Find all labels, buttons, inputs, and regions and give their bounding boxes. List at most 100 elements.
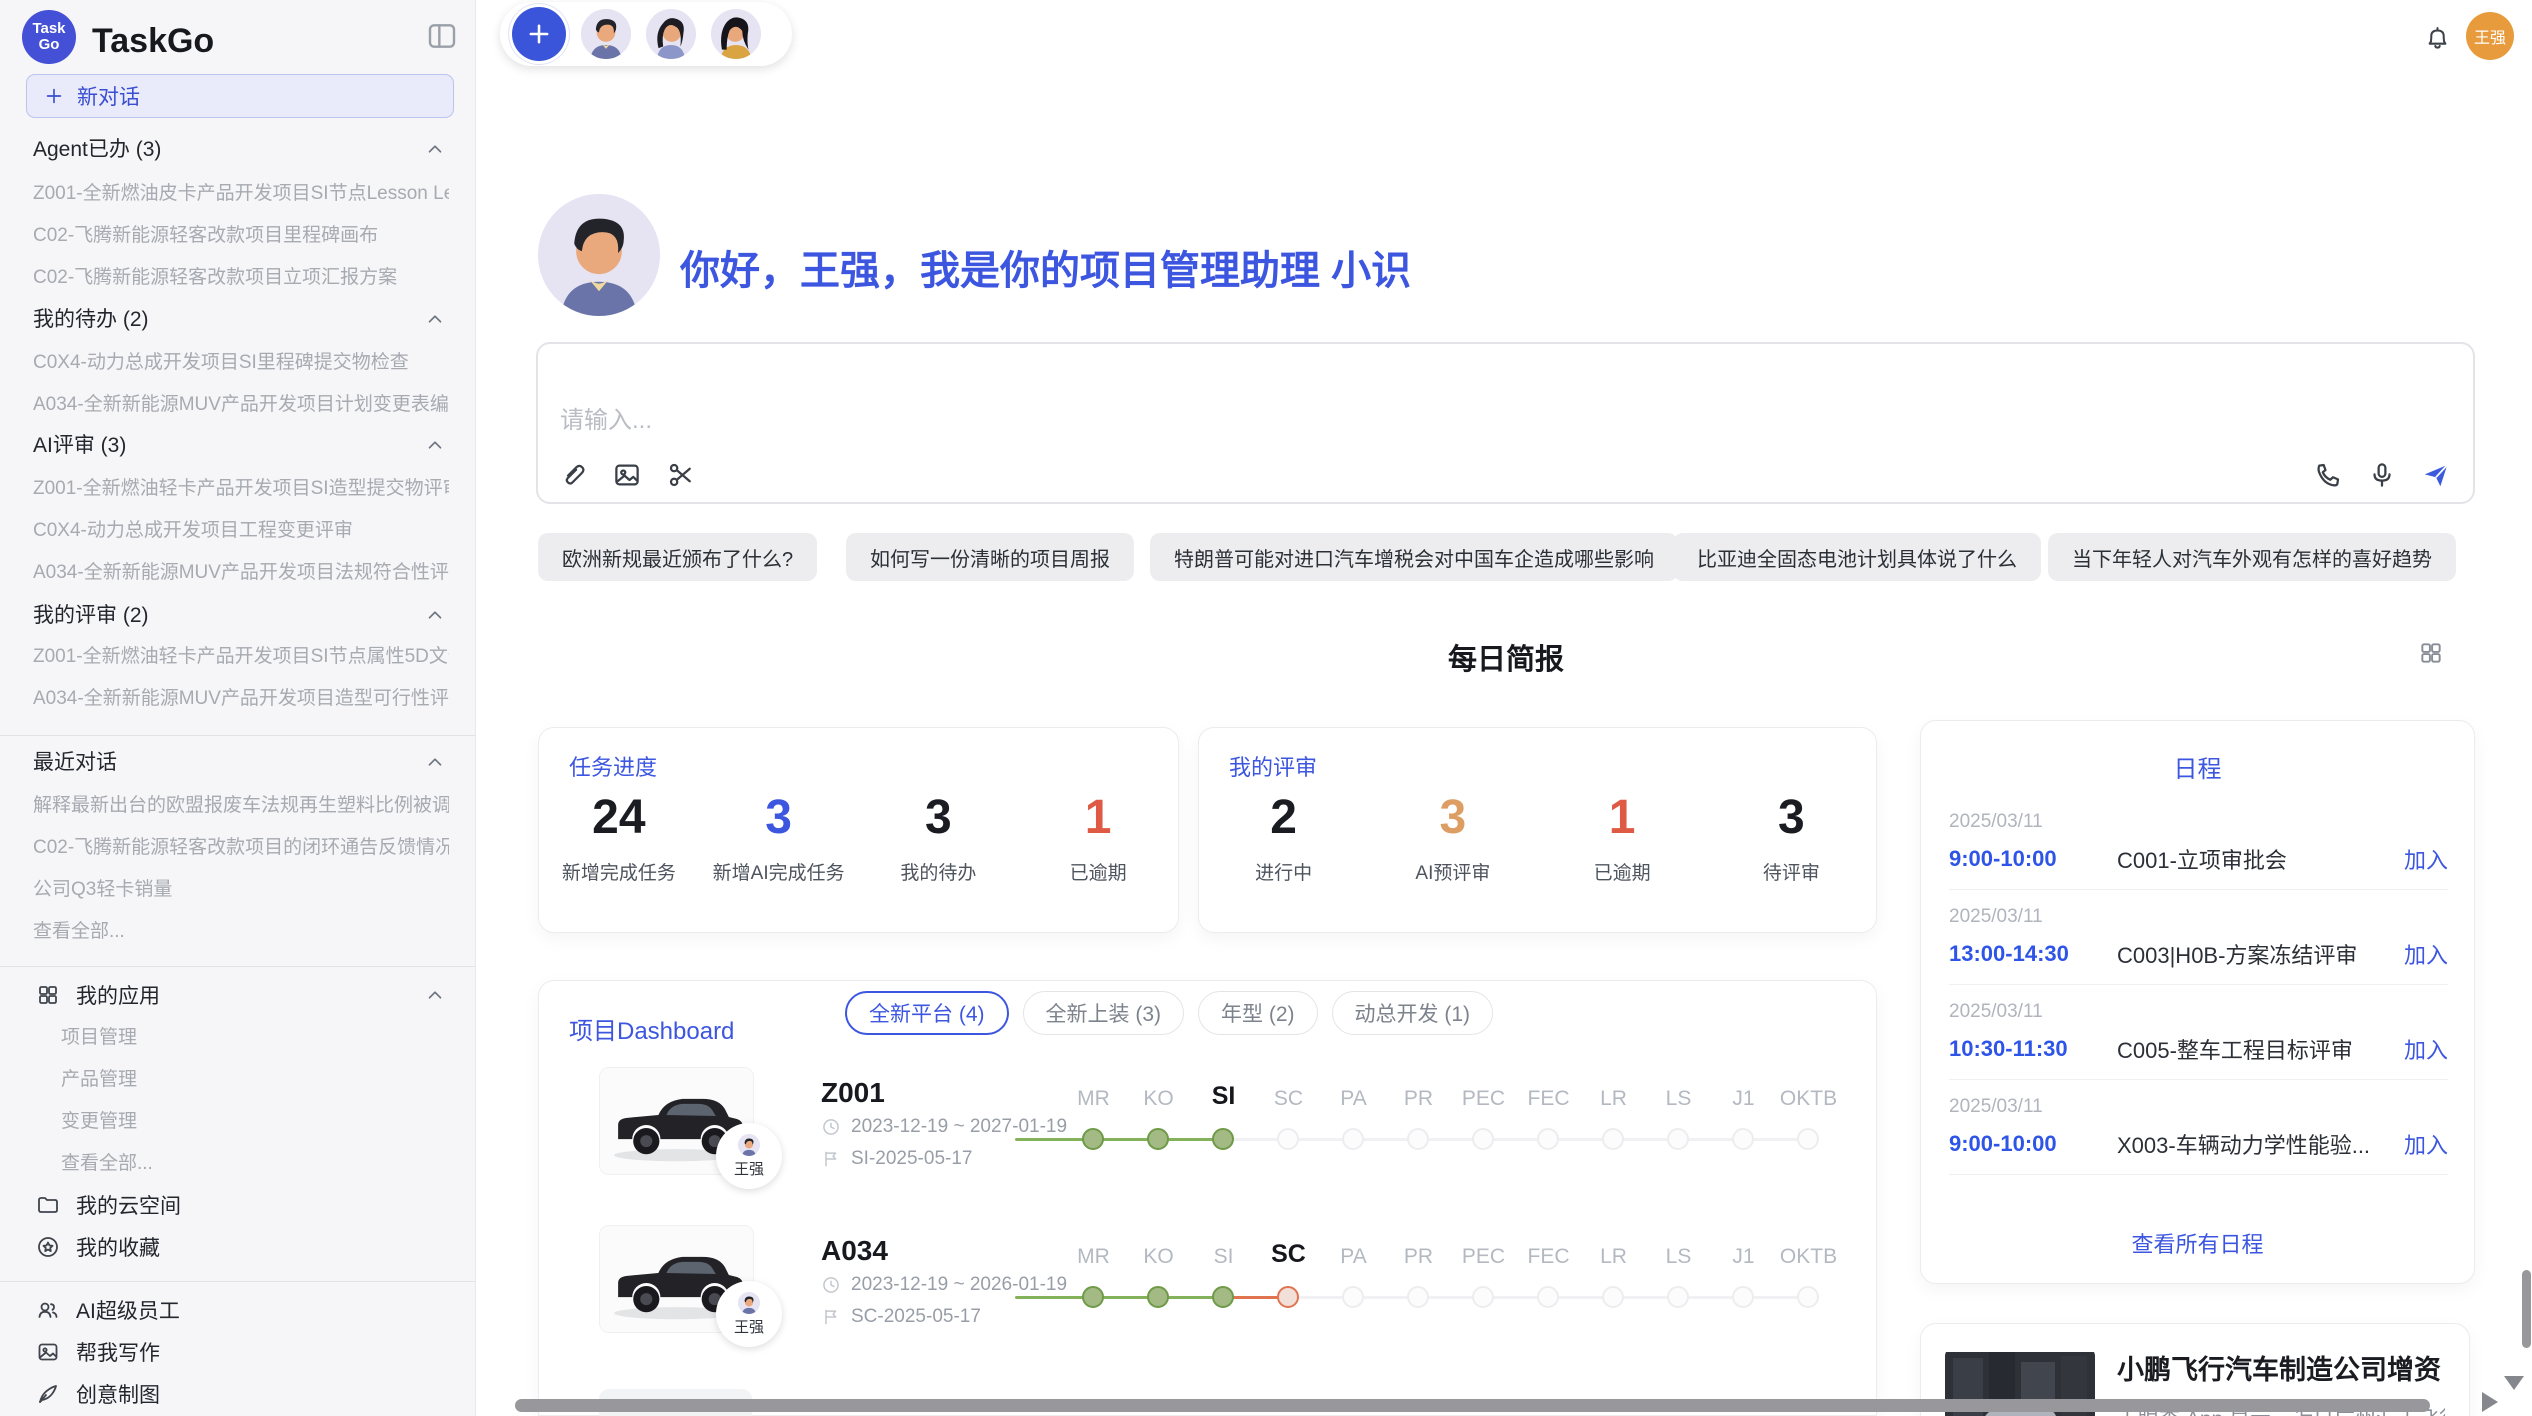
notification-bell-icon[interactable] <box>2424 24 2451 51</box>
owner-name: 王强 <box>734 1316 764 1337</box>
view-all-schedule-link[interactable]: 查看所有日程 <box>1921 1227 2474 1259</box>
sidebar-item-writing-helper[interactable]: 帮我写作 <box>36 1336 160 1368</box>
list-item[interactable]: Z001-全新燃油轻卡产品开发项目SI造型提交物评审 <box>33 471 449 501</box>
list-item[interactable]: C0X4-动力总成开发项目工程变更评审 <box>33 513 449 543</box>
stat-overdue: 1 已逾期 <box>1538 794 1707 885</box>
send-icon[interactable] <box>2421 460 2451 490</box>
tab-powertrain[interactable]: 动总开发 (1) <box>1332 991 1494 1035</box>
suggestion-chip[interactable]: 比亚迪全固态电池计划具体说了什么 <box>1673 533 2041 581</box>
user-name: 王强 <box>2474 24 2506 48</box>
sidebar-item-ai-employee[interactable]: AI超级员工 <box>36 1294 180 1326</box>
stat-label: 新增AI完成任务 <box>713 858 845 885</box>
stat-value: 1 <box>1085 794 1112 842</box>
scroll-down-arrow[interactable] <box>2504 1376 2524 1390</box>
image-icon[interactable] <box>612 460 642 490</box>
tab-new-body[interactable]: 全新上装 (3) <box>1023 991 1185 1035</box>
schedule-card: 日程 2025/03/11 9:00-10:00 C001-立项审批会 加入 2… <box>1920 720 2475 1284</box>
sidebar-item-product-mgmt[interactable]: 产品管理 <box>61 1062 441 1092</box>
new-session-button[interactable] <box>512 7 566 61</box>
horizontal-scrollbar[interactable] <box>515 1399 2430 1412</box>
vertical-scrollbar[interactable] <box>2522 1270 2531 1348</box>
chevron-up-icon[interactable] <box>424 308 446 330</box>
card-title: 任务进度 <box>569 750 657 782</box>
list-item[interactable]: 公司Q3轻卡销量 <box>33 872 449 902</box>
stat-my-todo: 3 我的待办 <box>859 794 1019 885</box>
suggestion-chip[interactable]: 如何写一份清晰的项目周报 <box>846 533 1134 581</box>
milestone-label: SC <box>1256 1087 1321 1111</box>
stat-value: 2 <box>1270 794 1297 842</box>
list-item[interactable]: C02-飞腾新能源轻客改款项目立项汇报方案 <box>33 260 449 290</box>
join-link[interactable]: 加入 <box>2404 1128 2448 1160</box>
star-badge-icon <box>36 1235 60 1259</box>
phone-icon[interactable] <box>2313 460 2343 490</box>
app-title: TaskGo <box>92 22 214 61</box>
stat-new-done: 24 新增完成任务 <box>539 794 699 885</box>
new-chat-label: 新对话 <box>77 81 140 111</box>
project-name[interactable]: Z001 <box>821 1077 885 1109</box>
schedule-date: 2025/03/11 <box>1949 1096 2043 1118</box>
new-chat-button[interactable]: 新对话 <box>26 74 454 118</box>
list-item[interactable]: Z001-全新燃油轻卡产品开发项目SI节点属性5D文件评审 <box>33 639 449 669</box>
chevron-up-icon[interactable] <box>424 604 446 626</box>
join-link[interactable]: 加入 <box>2404 1033 2448 1065</box>
tab-new-platform[interactable]: 全新平台 (4) <box>845 991 1009 1035</box>
milestone-dot <box>1472 1286 1494 1308</box>
suggestion-chip[interactable]: 特朗普可能对进口汽车增税会对中国车企造成哪些影响 <box>1150 533 1678 581</box>
sidebar-item-my-apps[interactable]: 我的应用 <box>36 979 160 1011</box>
chevron-up-icon[interactable] <box>424 751 446 773</box>
chevron-up-icon[interactable] <box>424 434 446 456</box>
scissors-icon[interactable] <box>666 460 696 490</box>
view-all-apps[interactable]: 查看全部... <box>61 1146 441 1176</box>
milestone-dot <box>1537 1286 1559 1308</box>
list-item[interactable]: A034-全新新能源MUV产品开发项目造型可行性评审 <box>33 681 449 711</box>
sidebar-item-favorites[interactable]: 我的收藏 <box>36 1231 160 1263</box>
divider <box>0 1281 476 1282</box>
milestone-label: KO <box>1126 1087 1191 1111</box>
stat-overdue: 1 已逾期 <box>1018 794 1178 885</box>
tab-model-year[interactable]: 年型 (2) <box>1198 991 1318 1035</box>
list-item[interactable]: C02-飞腾新能源轻客改款项目的闭环通告反馈情况 <box>33 830 449 860</box>
chevron-up-icon[interactable] <box>424 138 446 160</box>
agent-avatar-2[interactable] <box>646 9 696 59</box>
milestone-dot-done <box>1212 1128 1234 1150</box>
paperclip-icon[interactable] <box>558 460 588 490</box>
chat-input[interactable] <box>558 406 1962 436</box>
list-item[interactable]: C02-飞腾新能源轻客改款项目里程碑画布 <box>33 218 449 248</box>
milestone-dot <box>1537 1128 1559 1150</box>
dashboard-tabs: 全新平台 (4) 全新上装 (3) 年型 (2) 动总开发 (1) <box>845 991 1493 1035</box>
join-link[interactable]: 加入 <box>2404 938 2448 970</box>
scroll-right-arrow[interactable] <box>2482 1392 2498 1412</box>
milestone-line-done <box>1015 1296 1223 1299</box>
list-item[interactable]: A034-全新新能源MUV产品开发项目法规符合性评审 <box>33 555 449 585</box>
milestone-label: OKTB <box>1776 1087 1841 1111</box>
sidebar-item-creative-drawing[interactable]: 创意制图 <box>36 1378 160 1410</box>
user-avatar[interactable]: 王强 <box>2466 12 2514 60</box>
view-all-chats[interactable]: 查看全部... <box>33 914 449 944</box>
flag-icon <box>821 1149 841 1169</box>
agent-avatar-3[interactable] <box>711 9 761 59</box>
list-item[interactable]: Z001-全新燃油皮卡产品开发项目SI节点Lesson Learn报告 <box>33 176 449 206</box>
milestone-label: LR <box>1581 1087 1646 1111</box>
sidebar-item-cloud-space[interactable]: 我的云空间 <box>36 1189 181 1221</box>
agent-avatar-1[interactable] <box>581 9 631 59</box>
list-item[interactable]: A034-全新新能源MUV产品开发项目计划变更表编写 <box>33 387 449 417</box>
project-name[interactable]: A034 <box>821 1235 888 1267</box>
microphone-icon[interactable] <box>2367 460 2397 490</box>
suggestion-chip[interactable]: 欧洲新规最近颁布了什么? <box>538 533 817 581</box>
divider <box>0 966 476 967</box>
suggestion-chip[interactable]: 当下年轻人对汽车外观有怎样的喜好趋势 <box>2048 533 2456 581</box>
milestone-dot-done <box>1147 1128 1169 1150</box>
sidebar-item-project-mgmt[interactable]: 项目管理 <box>61 1020 441 1050</box>
stat-value: 3 <box>925 794 952 842</box>
layout-grid-icon[interactable] <box>2418 640 2444 666</box>
schedule-title: 日程 <box>1921 749 2474 784</box>
collapse-sidebar-icon[interactable] <box>426 20 458 52</box>
sidebar-item-change-mgmt[interactable]: 变更管理 <box>61 1104 441 1134</box>
chevron-up-icon[interactable] <box>424 984 446 1006</box>
image-icon <box>36 1340 60 1364</box>
schedule-time: 13:00-14:30 <box>1949 941 2117 967</box>
list-item[interactable]: 解释最新出台的欧盟报废车法规再生塑料比例被调至15%... <box>33 788 449 818</box>
list-item[interactable]: C0X4-动力总成开发项目SI里程碑提交物检查 <box>33 345 449 375</box>
milestone-label: FEC <box>1516 1245 1581 1269</box>
join-link[interactable]: 加入 <box>2404 843 2448 875</box>
